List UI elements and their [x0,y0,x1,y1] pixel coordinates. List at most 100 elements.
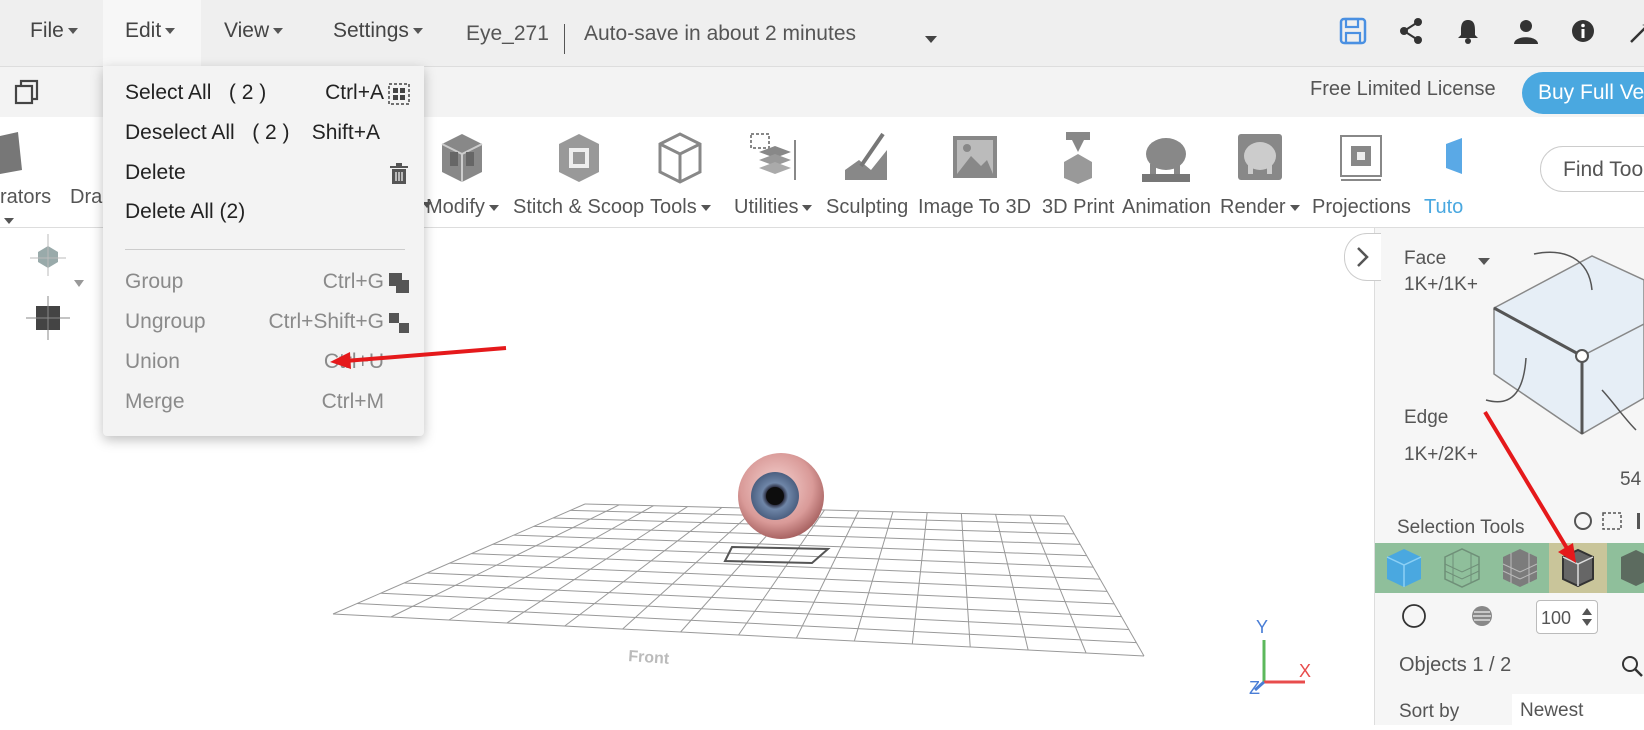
chevron-down-icon [4,217,14,224]
search-icon[interactable] [1620,654,1644,678]
tool-animation[interactable]: Animation [1122,130,1211,219]
tool-3d-print[interactable]: 3D Print [1042,130,1114,219]
tool-projections[interactable]: Projections [1312,130,1411,219]
tool-label: Render [1220,196,1286,218]
grid-line [960,513,971,648]
title-divider [564,24,565,54]
chevron-down-icon [488,204,499,211]
chevron-down-icon [1289,204,1300,211]
tool-label: Dra [70,186,103,208]
grid-line [584,503,1065,517]
projections-icon [1340,135,1383,181]
utilities-icon [750,133,797,180]
grid-line [995,514,1029,651]
image-to-3d-icon [952,136,997,178]
box-select-icon[interactable] [1602,512,1622,530]
generators-icon [0,132,22,174]
group-icon [389,273,409,293]
tool-label: Tuto [1424,196,1464,218]
share-icon[interactable] [1396,16,1426,46]
menu-item-shortcut: Ctrl+U [323,350,384,373]
render-icon [1237,134,1282,180]
grid-line [1063,515,1145,657]
tool-modify[interactable]: Modify [422,130,499,219]
stepper-icon[interactable] [1581,605,1593,629]
face-count: 1K+/1K+ [1404,274,1478,295]
sculpting-icon [845,132,888,180]
tool-tools[interactable]: Tools [650,130,711,219]
copy-icon[interactable] [14,79,40,105]
axis-x-label: X [1299,661,1311,681]
tool-sculpting[interactable]: Sculpting [826,130,908,219]
license-label: Free Limited License [1310,78,1496,100]
sort-select[interactable]: Newest [1512,694,1644,728]
menu-settings-label: Settings [333,19,409,42]
axis-z-label: Z [1249,678,1260,698]
view-cube-icon[interactable] [30,234,66,276]
select-extra-mode[interactable] [1607,543,1644,593]
autosave-dropdown-icon[interactable] [925,36,937,43]
tool-label: rators [0,186,52,208]
chevron-down-icon[interactable] [1478,258,1490,265]
select-vertex-mode[interactable] [1549,543,1607,593]
grid-line [506,506,688,624]
chevron-down-icon [802,204,813,211]
tool-image-to-3d[interactable]: Image To 3D [918,130,1031,219]
edit-menu-dropdown: Select All ( 2 ) Ctrl+A Deselect All ( 2… [103,66,424,436]
animation-icon [1142,138,1191,182]
face-label[interactable]: Face [1404,248,1446,270]
move-tool-icon[interactable] [26,296,70,340]
objects-count: Objects 1 / 2 [1399,654,1512,676]
selection-tools-title: Selection Tools [1397,517,1525,538]
circle-brush-icon[interactable] [1401,603,1427,629]
3d-print-icon [1064,132,1093,184]
menu-settings[interactable]: Settings [333,0,423,66]
tool-label: Sculpting [826,196,909,218]
chevron-down-icon [67,28,78,35]
document-name[interactable]: Eye_271 [466,22,549,46]
info-icon[interactable] [1568,16,1598,46]
tool-label: Tools [650,196,697,218]
stitch-scoop-icon [558,134,599,182]
eyeball-model[interactable] [738,453,824,539]
select-all-icon [388,83,410,105]
select-object-mode[interactable] [1375,543,1433,593]
soft-brush-icon[interactable] [1470,604,1494,628]
selection-tool-icons[interactable] [1571,508,1644,534]
axis-gizmo: Y X Z [1249,617,1311,698]
chevron-down-icon[interactable] [74,280,84,287]
menu-divider [125,249,405,250]
chevron-down-icon [165,28,176,35]
edge-label[interactable]: Edge [1404,407,1448,429]
grid-line [513,534,1087,557]
tool-label: Animation [1122,196,1211,218]
user-icon[interactable] [1511,16,1541,46]
tool-render[interactable]: Render [1220,130,1300,219]
tool-tutorials[interactable]: Tuto [1424,130,1464,219]
brush-size-input[interactable]: 100 [1536,600,1598,634]
menu-view[interactable]: View [224,0,284,66]
tool-label: Utilities [734,196,799,218]
tool-stitch-scoop[interactable]: Stitch & Scoop [513,130,644,219]
select-face-mode[interactable] [1433,543,1491,593]
paint-select-icon[interactable] [1637,513,1640,529]
menu-item-shortcut: Ctrl+G [322,270,384,293]
bell-icon[interactable] [1453,16,1483,46]
select-edge-mode[interactable] [1491,543,1549,593]
tool-generators[interactable]: rators [0,130,60,232]
find-tools-button[interactable]: Find Too [1540,146,1644,192]
menu-item-shortcut: Ctrl+A [325,81,384,104]
menu-file[interactable]: File [30,0,78,66]
modify-icon [442,134,483,182]
save-icon[interactable] [1338,16,1368,46]
menu-item-shortcut: Shift+A [311,121,380,144]
menu-view-label: View [224,19,270,42]
lasso-icon[interactable] [1574,512,1592,530]
menu-item-label: Select All ( 2 ) [125,81,267,104]
tool-utilities[interactable]: Utilities [734,130,813,219]
solid-cube-icon [1386,549,1422,587]
magic-wand-icon[interactable] [1625,16,1644,46]
tutorials-icon [1446,138,1462,174]
buy-full-version-button[interactable]: Buy Full Ve [1522,72,1644,114]
menu-edit[interactable]: Edit [103,0,201,66]
